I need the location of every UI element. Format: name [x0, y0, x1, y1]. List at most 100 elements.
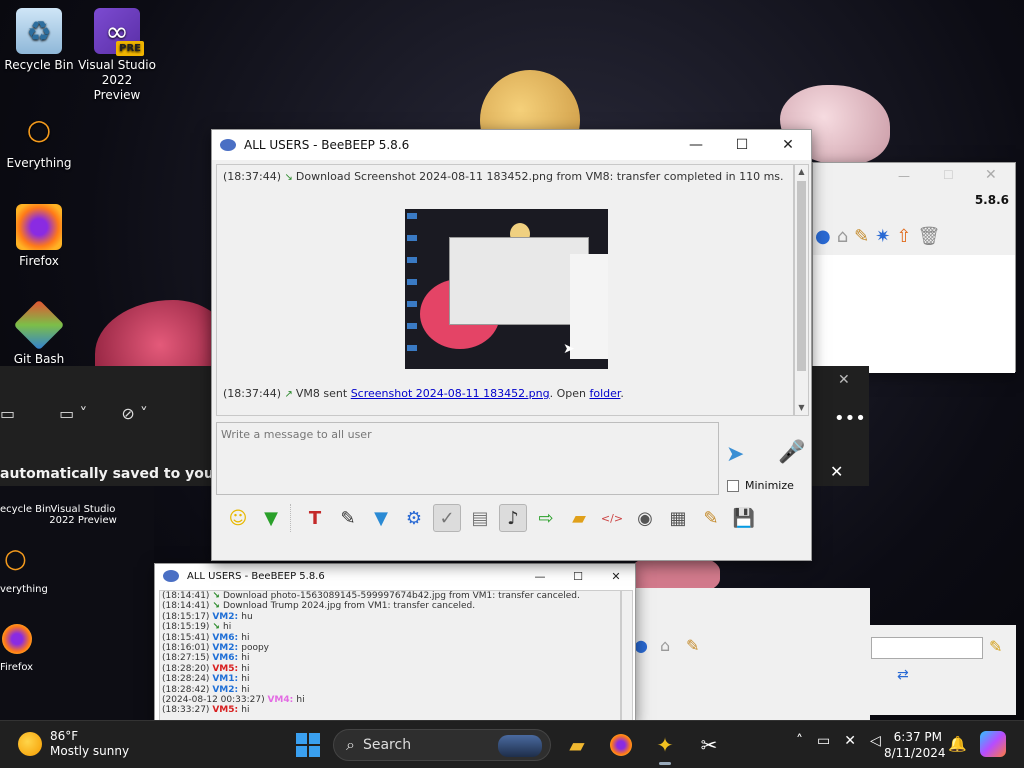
- dropdown-arrow-icon[interactable]: ▼: [257, 504, 285, 532]
- start-button[interactable]: [296, 733, 320, 757]
- scroll-thumb[interactable]: [797, 181, 806, 371]
- search-input[interactable]: [871, 637, 983, 659]
- chat-message: (18:16:01) VM2: poopy: [162, 642, 269, 653]
- chevron-up-icon[interactable]: ˄: [796, 733, 803, 749]
- snipping-tool-icon[interactable]: ✂: [695, 731, 723, 759]
- search-highlight-image: [498, 735, 542, 757]
- message-input[interactable]: Write a message to all user: [216, 422, 719, 495]
- chat-history: (18:14:41) ↘ Download photo-1563089145-5…: [159, 590, 621, 722]
- refresh-icon[interactable]: ⇄: [897, 667, 909, 683]
- notes-icon[interactable]: ✎: [697, 504, 725, 532]
- minimize-button[interactable]: —: [673, 130, 719, 160]
- taskbar-search[interactable]: ⌕ Search: [333, 729, 551, 761]
- emoticon-icon[interactable]: ☺: [224, 504, 252, 532]
- user-name[interactable]: VM2:: [212, 685, 241, 695]
- firefox-icon[interactable]: [607, 731, 635, 759]
- edit-icon[interactable]: ✎: [686, 636, 699, 655]
- settings-icon[interactable]: ⚙: [400, 504, 428, 532]
- volume-muted-icon[interactable]: ✕: [844, 733, 856, 749]
- close-notification-icon[interactable]: ✕: [830, 462, 843, 481]
- record-icon[interactable]: ◉: [631, 504, 659, 532]
- edit-icon[interactable]: ✎: [854, 226, 869, 247]
- send-image-icon[interactable]: ➤: [726, 442, 760, 470]
- screenshot-icon[interactable]: ▦: [664, 504, 692, 532]
- dictionary-icon[interactable]: ▤: [466, 504, 494, 532]
- user-name[interactable]: VM2:: [212, 612, 241, 622]
- beebeep-taskbar-icon[interactable]: ✦: [651, 731, 679, 765]
- file-explorer-icon[interactable]: ▰: [563, 731, 591, 759]
- beebeep-icon: [163, 570, 179, 582]
- title-bar: ALL USERS - BeeBEEP 5.8.6 — ☐ ✕: [155, 564, 635, 588]
- user-name[interactable]: VM5:: [212, 664, 241, 674]
- minimize-icon[interactable]: —: [898, 169, 910, 183]
- user-name[interactable]: VM6:: [212, 653, 241, 663]
- rectangle-mode-icon[interactable]: ▭ ˅: [59, 404, 87, 423]
- music-note-icon[interactable]: ♪: [499, 504, 527, 532]
- maximize-icon[interactable]: ☐: [943, 168, 954, 182]
- chat-message: (18:15:19) ↘ hi: [162, 622, 232, 633]
- tools-icon[interactable]: ✷: [875, 226, 890, 247]
- folder-icon[interactable]: ▰: [565, 504, 593, 532]
- network-icon[interactable]: ●: [634, 636, 648, 655]
- checkbox-box[interactable]: [727, 479, 739, 492]
- screenshot-thumbnail[interactable]: ➤: [405, 209, 608, 369]
- weather-widget[interactable]: 86°F Mostly sunny: [18, 729, 129, 759]
- minimize-checkbox[interactable]: Minimize: [727, 479, 794, 492]
- file-link[interactable]: Screenshot 2024-08-11 183452.png: [351, 387, 550, 400]
- clock[interactable]: 6:37 PM 8/11/2024: [884, 729, 946, 761]
- scrollbar[interactable]: [621, 590, 633, 722]
- version-label: 5.8.6: [974, 193, 1009, 207]
- maximize-button[interactable]: ☐: [559, 564, 597, 588]
- volume-icon[interactable]: ◁: [870, 733, 881, 749]
- update-icon[interactable]: ⇧: [896, 226, 911, 247]
- timer-icon[interactable]: ⊘ ˅: [121, 404, 148, 423]
- beebeep-icon: [220, 139, 236, 151]
- code-icon[interactable]: </>: [598, 504, 626, 532]
- close-icon[interactable]: ✕: [838, 372, 850, 388]
- scroll-up-icon[interactable]: ▲: [795, 165, 808, 179]
- minimize-button[interactable]: —: [521, 564, 559, 588]
- copilot-icon[interactable]: [980, 731, 1006, 757]
- desktop-icon-firefox[interactable]: Firefox: [0, 204, 78, 269]
- desktop-icon-everything[interactable]: ○ Everything: [0, 106, 78, 171]
- git-bash-icon: [13, 299, 65, 351]
- system-tray: ˄ ▭ ✕ ◁: [796, 733, 881, 749]
- user-name[interactable]: VM4:: [267, 695, 296, 705]
- close-button[interactable]: ✕: [765, 130, 811, 160]
- display-icon[interactable]: ▭: [817, 733, 830, 749]
- more-options-icon[interactable]: •••: [834, 408, 866, 429]
- spell-check-icon[interactable]: ✓: [433, 504, 461, 532]
- home-icon[interactable]: ⌂: [837, 226, 848, 247]
- user-name[interactable]: VM6:: [212, 633, 241, 643]
- maximize-button[interactable]: ☐: [719, 130, 765, 160]
- chat-scrollbar[interactable]: ▲ ▼: [794, 164, 809, 416]
- desktop-icon-visual-studio[interactable]: ∞ PRE Visual Studio 2022 Preview: [78, 8, 156, 103]
- desktop-icon-recycle-bin[interactable]: ♻ Recycle Bin: [0, 8, 78, 73]
- user-name[interactable]: VM1:: [212, 674, 241, 684]
- notification-bell-icon[interactable]: 🔔: [948, 735, 967, 753]
- trash-icon[interactable]: 🗑: [917, 226, 940, 247]
- folder-link[interactable]: folder: [589, 387, 620, 400]
- user-name[interactable]: VM5:: [212, 705, 241, 715]
- toolbar: ● ⌂ ✎ ✷ ⇧ 🗑: [813, 218, 1017, 254]
- color-icon[interactable]: ✎: [334, 504, 362, 532]
- chat-message: (18:14:41) ↘ Download Trump 2024.jpg fro…: [162, 601, 476, 612]
- chat-message: (18:37:44) ↘ Download Screenshot 2024-08-…: [223, 170, 784, 183]
- font-icon[interactable]: T: [301, 504, 329, 532]
- save-icon[interactable]: 💾: [730, 504, 758, 532]
- desktop-icon-git-bash[interactable]: Git Bash: [0, 299, 78, 367]
- video-icon[interactable]: ▭: [0, 404, 15, 423]
- close-button[interactable]: ✕: [597, 564, 635, 588]
- send-file-icon[interactable]: ⇨: [532, 504, 560, 532]
- clear-icon[interactable]: ✎: [989, 637, 1002, 656]
- home-icon[interactable]: ⌂: [660, 636, 670, 655]
- microphone-icon[interactable]: 🎤: [778, 440, 805, 470]
- firefox-icon: [16, 204, 62, 250]
- close-icon[interactable]: ✕: [985, 167, 997, 183]
- everything-search-icon: ○: [4, 544, 27, 574]
- scroll-down-icon[interactable]: ▼: [795, 401, 808, 415]
- network-icon[interactable]: ●: [815, 226, 831, 247]
- filter-icon[interactable]: ▼: [367, 504, 395, 532]
- snip-controls: ▭ ▭ ˅ ⊘ ˅: [0, 404, 148, 423]
- user-name[interactable]: VM2:: [212, 643, 241, 653]
